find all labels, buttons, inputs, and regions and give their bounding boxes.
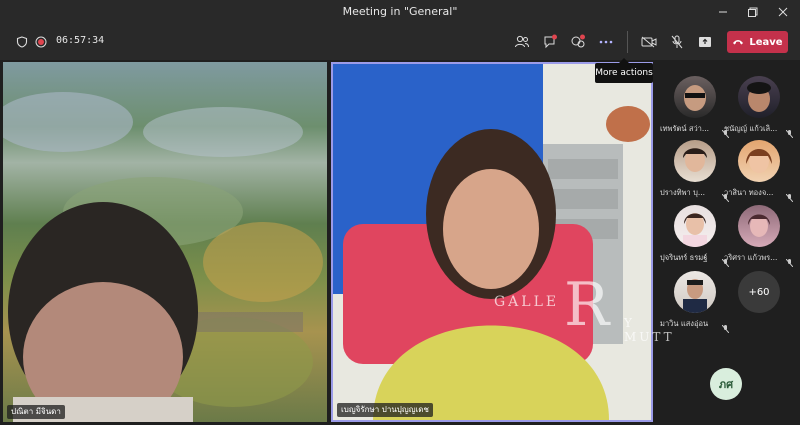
avatar	[738, 76, 780, 118]
share-icon[interactable]	[695, 32, 715, 52]
participant-item[interactable]: ปรางทิพา บุ...	[660, 140, 730, 204]
participant-name-label: เบญจิรักษา ปานปุญญเดช	[337, 403, 433, 417]
window-title: Meeting in "General"	[342, 5, 458, 18]
shield-icon[interactable]	[12, 32, 32, 52]
mic-off-icon[interactable]	[667, 32, 687, 52]
self-avatar[interactable]: ภศ	[710, 368, 742, 400]
participant-item[interactable]: ชนัญญ์ แก้วเลิ...	[724, 76, 794, 140]
participant-item[interactable]: วาสินา ทองจ...	[724, 140, 794, 204]
room-background	[333, 64, 650, 420]
participant-figure	[8, 202, 198, 422]
reactions-icon[interactable]	[568, 32, 588, 52]
phone-icon	[733, 40, 744, 45]
record-icon	[31, 32, 51, 52]
toolbar-divider	[627, 31, 628, 53]
camera-icon[interactable]	[639, 32, 659, 52]
avatar	[738, 205, 780, 247]
more-icon[interactable]	[596, 32, 616, 52]
mic-off-icon	[785, 252, 794, 271]
meeting-timer: 06:57:34	[56, 35, 105, 46]
avatar	[674, 271, 716, 313]
participant-item[interactable]: เทพรัตน์ สว่า...	[660, 76, 730, 140]
avatar	[738, 140, 780, 182]
more-actions-tooltip: More actions	[595, 58, 653, 83]
close-button[interactable]	[768, 0, 798, 24]
mic-off-icon	[785, 187, 794, 206]
avatar	[674, 140, 716, 182]
mic-off-icon	[721, 318, 730, 337]
minimize-button[interactable]	[708, 0, 738, 24]
participant-name-label: ปณิตา มีจินดา	[7, 405, 65, 419]
participant-item[interactable]: มาวิน แสงอุ่อน	[660, 271, 730, 335]
title-bar: Meeting in "General"	[0, 0, 800, 24]
video-tile-active-speaker[interactable]: เบญจิรักษา ปานปุญญเดช	[331, 62, 653, 422]
more-participants-button[interactable]: +60	[738, 271, 780, 313]
chat-icon[interactable]	[540, 32, 560, 52]
meeting-toolbar: 06:57:34 Leave	[0, 24, 800, 60]
video-tile[interactable]: ปณิตา มีจินดา	[3, 62, 327, 422]
leave-button[interactable]: Leave	[727, 31, 788, 53]
participant-item[interactable]: วริศรา แก้วพร...	[724, 205, 794, 269]
avatar	[674, 76, 716, 118]
people-icon[interactable]	[512, 32, 532, 52]
maximize-button[interactable]	[738, 0, 768, 24]
leave-label: Leave	[749, 36, 783, 48]
avatar	[674, 205, 716, 247]
participant-item[interactable]: ปุจรินทร์ ธรมฐ์	[660, 205, 730, 269]
